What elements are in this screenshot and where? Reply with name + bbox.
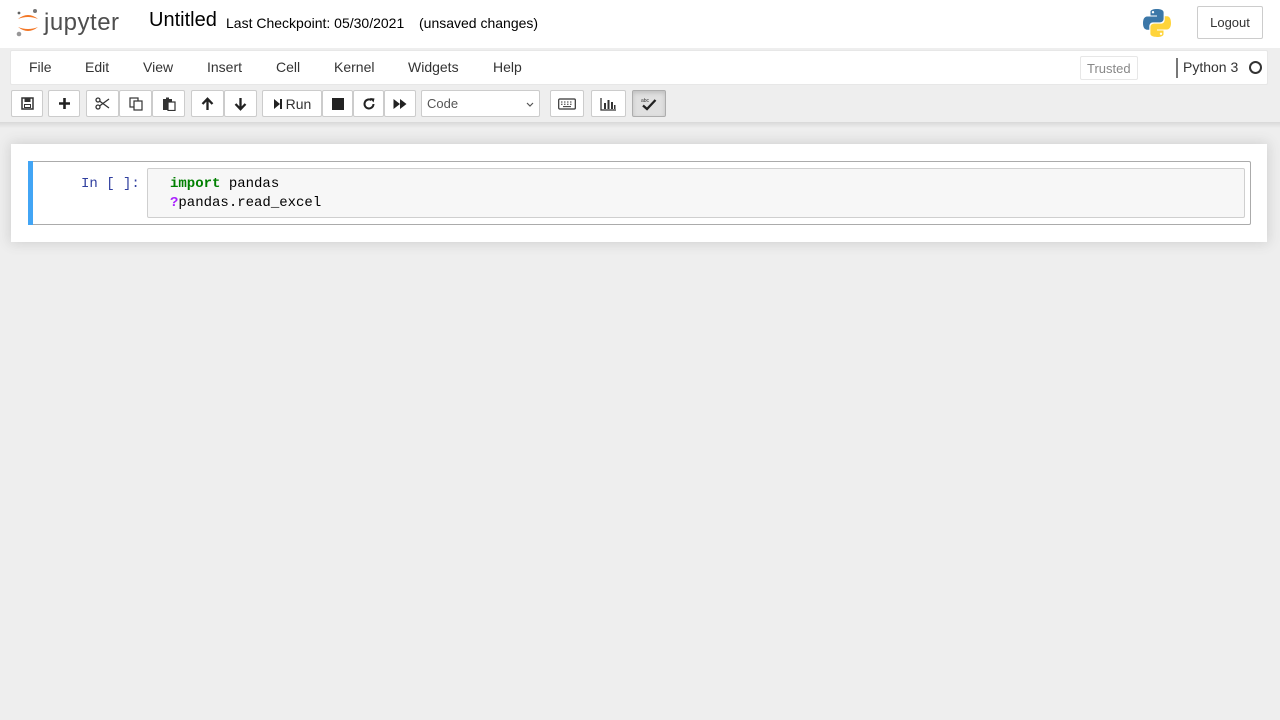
toolbar-shadow	[0, 122, 1280, 128]
code-cell[interactable]: In [ ]: import pandas ?pandas.read_excel	[28, 161, 1251, 225]
code-line-2-rest: pandas.read_excel	[178, 195, 322, 211]
run-button[interactable]: Run	[262, 90, 322, 117]
notebook-title[interactable]: Untitled	[149, 9, 217, 32]
spellcheck-toggle-button[interactable]: abc	[632, 90, 666, 117]
menu-help[interactable]: Help	[493, 59, 522, 75]
notebook-container: In [ ]: import pandas ?pandas.read_excel	[11, 144, 1267, 242]
chevron-down-icon	[526, 102, 534, 107]
python-logo-icon	[1141, 7, 1173, 39]
header: jupyter Untitled Last Checkpoint: 05/30/…	[0, 0, 1280, 48]
menubar: File Edit View Insert Cell Kernel Widget…	[10, 50, 1268, 85]
spellcheck-icon: abc	[641, 98, 657, 111]
move-down-button[interactable]	[224, 90, 257, 117]
restart-run-all-button[interactable]	[384, 90, 416, 117]
menu-cell[interactable]: Cell	[276, 59, 300, 75]
input-prompt: In [ ]:	[81, 176, 140, 192]
menu-view[interactable]: View	[143, 59, 173, 75]
kernel-separator	[1176, 58, 1178, 78]
toolbar: Run Code abc	[0, 86, 1280, 122]
autosave-status: (unsaved changes)	[419, 15, 539, 31]
copy-button[interactable]	[119, 90, 152, 117]
paste-button[interactable]	[152, 90, 185, 117]
logo-text: jupyter	[44, 9, 120, 36]
paste-icon	[162, 97, 176, 111]
copy-icon	[128, 96, 143, 111]
checkpoint-status: Last Checkpoint: 05/30/2021	[226, 15, 405, 31]
move-up-button[interactable]	[191, 90, 224, 117]
cut-button[interactable]	[86, 90, 119, 117]
chart-button[interactable]	[591, 90, 626, 117]
bar-chart-icon	[600, 97, 616, 111]
stop-icon	[331, 97, 344, 110]
menu-file[interactable]: File	[29, 59, 52, 75]
code-line-1-rest: pandas	[220, 176, 280, 192]
menu-kernel[interactable]: Kernel	[334, 59, 374, 75]
trusted-indicator[interactable]: Trusted	[1080, 56, 1138, 80]
insert-cell-button[interactable]	[48, 90, 80, 117]
selected-cell-indicator	[28, 161, 33, 225]
jupyter-logo-icon	[16, 9, 38, 37]
cut-icon	[95, 97, 110, 110]
cell-type-value: Code	[427, 96, 459, 111]
restart-kernel-button[interactable]	[353, 90, 384, 117]
save-icon	[20, 97, 34, 110]
step-forward-icon	[273, 98, 282, 109]
code-line-2: ?pandas.read_excel	[170, 195, 321, 211]
cell-type-select[interactable]: Code	[421, 90, 540, 117]
code-editor[interactable]: import pandas ?pandas.read_excel	[147, 168, 1245, 218]
jupyter-logo[interactable]: jupyter	[15, 6, 135, 40]
svg-text:abc: abc	[641, 98, 650, 104]
keyboard-icon	[558, 97, 576, 110]
refresh-icon	[363, 97, 374, 109]
plus-icon	[58, 98, 70, 109]
save-button[interactable]	[11, 90, 43, 117]
command-palette-button[interactable]	[550, 90, 584, 117]
code-keyword-import: import	[170, 176, 221, 192]
arrow-up-icon	[201, 96, 214, 110]
menu-insert[interactable]: Insert	[207, 59, 242, 75]
logout-button[interactable]: Logout	[1197, 6, 1263, 39]
fast-forward-icon	[393, 98, 407, 109]
menu-edit[interactable]: Edit	[85, 59, 109, 75]
kernel-idle-icon	[1249, 61, 1262, 74]
arrow-down-icon	[234, 97, 247, 111]
interrupt-kernel-button[interactable]	[322, 90, 353, 117]
kernel-name[interactable]: Python 3	[1183, 59, 1238, 75]
run-label: Run	[285, 95, 312, 112]
code-line-1: import pandas	[170, 176, 279, 192]
menu-widgets[interactable]: Widgets	[408, 59, 459, 75]
